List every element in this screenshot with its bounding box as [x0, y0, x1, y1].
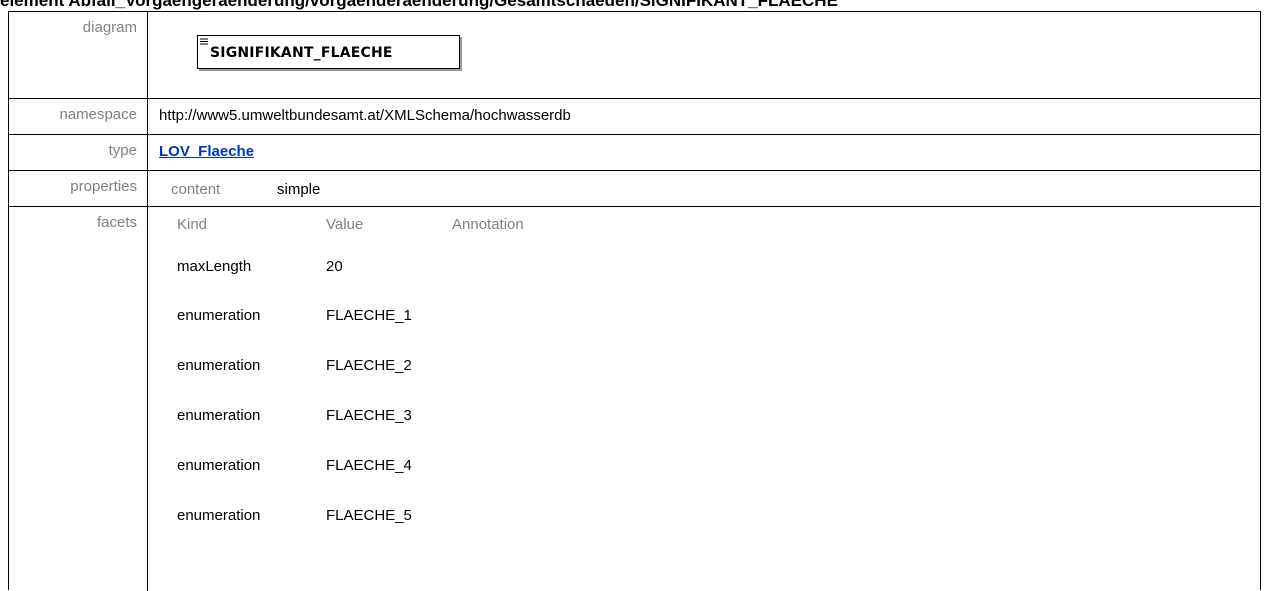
facet-kind: enumeration	[177, 307, 261, 324]
properties-cell: content simple	[149, 171, 1260, 206]
facet-value: FLAECHE_4	[326, 457, 412, 474]
element-content-icon	[200, 38, 208, 45]
facets-header-annotation: Annotation	[452, 216, 524, 233]
page-heading: element Abfall_Vorgaengeraenderung/vorga…	[0, 0, 838, 10]
namespace-value: http://www5.umweltbundesamt.at/XMLSchema…	[159, 107, 571, 124]
facets-header-kind: Kind	[177, 216, 208, 233]
type-row: type LOV_Flaeche	[9, 135, 1260, 171]
type-link[interactable]: LOV_Flaeche	[159, 143, 254, 160]
facet-value: FLAECHE_2	[326, 357, 412, 374]
facets-cell: Kind Value Annotation maxLength 20 enume…	[149, 207, 1260, 591]
properties-value: simple	[277, 181, 321, 198]
type-cell: LOV_Flaeche	[149, 135, 1260, 170]
namespace-label: namespace	[9, 99, 148, 134]
properties-label: properties	[9, 171, 148, 206]
schema-doc-table: diagram SIGNIFIKANT_FLAECHE namespace ht…	[8, 11, 1261, 591]
type-label: type	[9, 135, 148, 170]
properties-row: properties content simple	[9, 171, 1260, 207]
element-diagram-box[interactable]: SIGNIFIKANT_FLAECHE	[197, 35, 460, 69]
facet-kind: enumeration	[177, 407, 261, 424]
diagram-row: diagram SIGNIFIKANT_FLAECHE	[9, 12, 1260, 99]
facets-row: facets Kind Value Annotation maxLength 2…	[9, 207, 1260, 591]
diagram-element-name: SIGNIFIKANT_FLAECHE	[210, 45, 393, 61]
facet-value: FLAECHE_1	[326, 307, 412, 324]
namespace-cell: http://www5.umweltbundesamt.at/XMLSchema…	[149, 99, 1260, 134]
facet-value: 20	[326, 258, 343, 275]
facets-label: facets	[9, 207, 148, 591]
facet-kind: enumeration	[177, 507, 261, 524]
diagram-label: diagram	[9, 12, 148, 98]
facet-kind: enumeration	[177, 457, 261, 474]
facets-header-value: Value	[326, 216, 364, 233]
facet-value: FLAECHE_3	[326, 407, 412, 424]
facet-kind: maxLength	[177, 258, 252, 275]
facet-kind: enumeration	[177, 357, 261, 374]
namespace-row: namespace http://www5.umweltbundesamt.at…	[9, 99, 1260, 135]
facet-value: FLAECHE_5	[326, 507, 412, 524]
properties-key: content	[171, 181, 221, 198]
diagram-cell: SIGNIFIKANT_FLAECHE	[149, 12, 1260, 98]
